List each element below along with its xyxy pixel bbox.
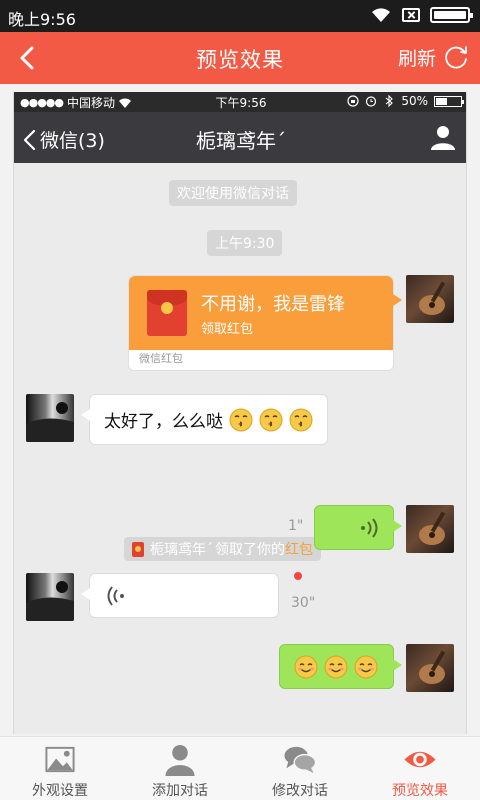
ios-battery-icon — [434, 95, 464, 107]
chat-title: 栀璃鸢年ˊ — [196, 129, 286, 153]
person-icon — [165, 744, 195, 776]
voice-wave-icon — [107, 586, 124, 606]
contact-info-icon[interactable] — [430, 124, 456, 150]
picture-icon — [45, 746, 75, 773]
kiss-emoji-icon — [289, 408, 313, 431]
smile-emoji-icon — [324, 655, 348, 678]
ios-status-bar: ●●●●● 中国移动 下午9:56 50% — [14, 92, 466, 112]
ios-status-right: 50% — [347, 94, 464, 108]
orientation-lock-icon — [347, 95, 359, 107]
voice-duration-sent: 1" — [288, 518, 304, 534]
system-status-bar: 晚上9:56 — [0, 0, 480, 32]
red-packet-message[interactable]: 不用谢，我是雷锋 领取红包 微信红包 — [128, 275, 402, 371]
red-packet-footer: 微信红包 — [139, 352, 183, 365]
notice-name: 栀璃鸢年ˊ — [150, 542, 213, 558]
chat-messages: 欢迎使用微信对话 上午9:30 不用谢，我是雷锋 领取红包 微信红包 太好了，么… — [14, 163, 466, 734]
guitar-photo-icon — [419, 650, 446, 684]
notice-middle: 领取了你的 — [215, 542, 285, 558]
kiss-emoji-icon — [229, 408, 253, 431]
tab-label: 添加对话 — [152, 783, 208, 799]
red-packet-subtitle: 领取红包 — [201, 322, 254, 337]
friend-photo-icon — [26, 402, 74, 442]
smile-emoji-icon — [354, 655, 378, 678]
friend-photo-icon — [26, 581, 74, 621]
red-packet-body: 不用谢，我是雷锋 领取红包 — [129, 276, 402, 350]
text-message-received[interactable]: 太好了，么么哒 — [81, 394, 328, 445]
friend-avatar[interactable] — [26, 394, 74, 442]
notice-link[interactable]: 红包 — [285, 539, 313, 559]
my-avatar[interactable] — [406, 275, 454, 323]
bottom-tab-bar: 外观设置 添加对话 修改对话 预览效果 — [0, 736, 480, 800]
no-sim-icon — [402, 8, 420, 22]
ios-battery-fill — [436, 97, 447, 105]
battery-fill — [434, 11, 466, 19]
voice-duration-received: 30" — [291, 595, 316, 611]
kiss-emoji-icon — [259, 408, 283, 431]
message-text: 太好了，么么哒 — [104, 412, 223, 432]
refresh-button[interactable]: 刷新 — [398, 43, 470, 71]
tab-appearance[interactable]: 外观设置 — [0, 737, 120, 800]
app-header: 预览效果 刷新 — [0, 32, 480, 84]
red-packet-notice: 栀璃鸢年ˊ 领取了你的 红包 — [124, 537, 321, 561]
system-icons — [370, 7, 473, 23]
battery-percent: 50% — [401, 94, 428, 108]
friend-avatar[interactable] — [26, 573, 74, 621]
wechat-nav-bar: 微信(3) 栀璃鸢年ˊ — [14, 112, 466, 163]
guitar-photo-icon — [419, 511, 446, 545]
eye-icon — [404, 751, 436, 768]
refresh-label: 刷新 — [397, 47, 436, 70]
system-time: 晚上9:56 — [8, 10, 76, 29]
alarm-icon — [366, 96, 377, 107]
tab-edit-dialog[interactable]: 修改对话 — [240, 737, 360, 800]
tab-label: 外观设置 — [32, 783, 88, 799]
unread-dot — [294, 572, 302, 580]
bluetooth-icon — [385, 95, 394, 107]
refresh-icon — [445, 46, 467, 69]
smile-emoji-group — [294, 655, 378, 679]
my-avatar[interactable] — [406, 644, 454, 692]
welcome-message: 欢迎使用微信对话 — [169, 180, 297, 206]
message-timestamp: 上午9:30 — [207, 230, 283, 256]
my-avatar[interactable] — [406, 505, 454, 553]
emoji-message-sent[interactable] — [279, 644, 402, 689]
tab-label: 预览效果 — [392, 783, 448, 799]
kiss-emoji-group — [229, 408, 313, 432]
battery-icon — [430, 7, 473, 23]
tab-preview[interactable]: 预览效果 — [360, 737, 480, 800]
voice-message-sent[interactable] — [314, 505, 402, 550]
red-packet-icon — [147, 290, 187, 336]
red-packet-title: 不用谢，我是雷锋 — [201, 294, 345, 315]
voice-wave-icon — [361, 518, 378, 538]
red-packet-small-icon — [132, 541, 144, 557]
chat-bubbles-icon — [284, 746, 317, 774]
tab-add-dialog[interactable]: 添加对话 — [120, 737, 240, 800]
wifi-icon — [372, 8, 390, 22]
guitar-photo-icon — [419, 281, 446, 315]
smile-emoji-icon — [294, 655, 318, 678]
voice-message-received[interactable] — [81, 573, 279, 618]
tab-label: 修改对话 — [272, 783, 328, 799]
chat-preview: ●●●●● 中国移动 下午9:56 50% 微信(3) 栀璃鸢年ˊ 欢迎使用微信… — [13, 92, 467, 734]
